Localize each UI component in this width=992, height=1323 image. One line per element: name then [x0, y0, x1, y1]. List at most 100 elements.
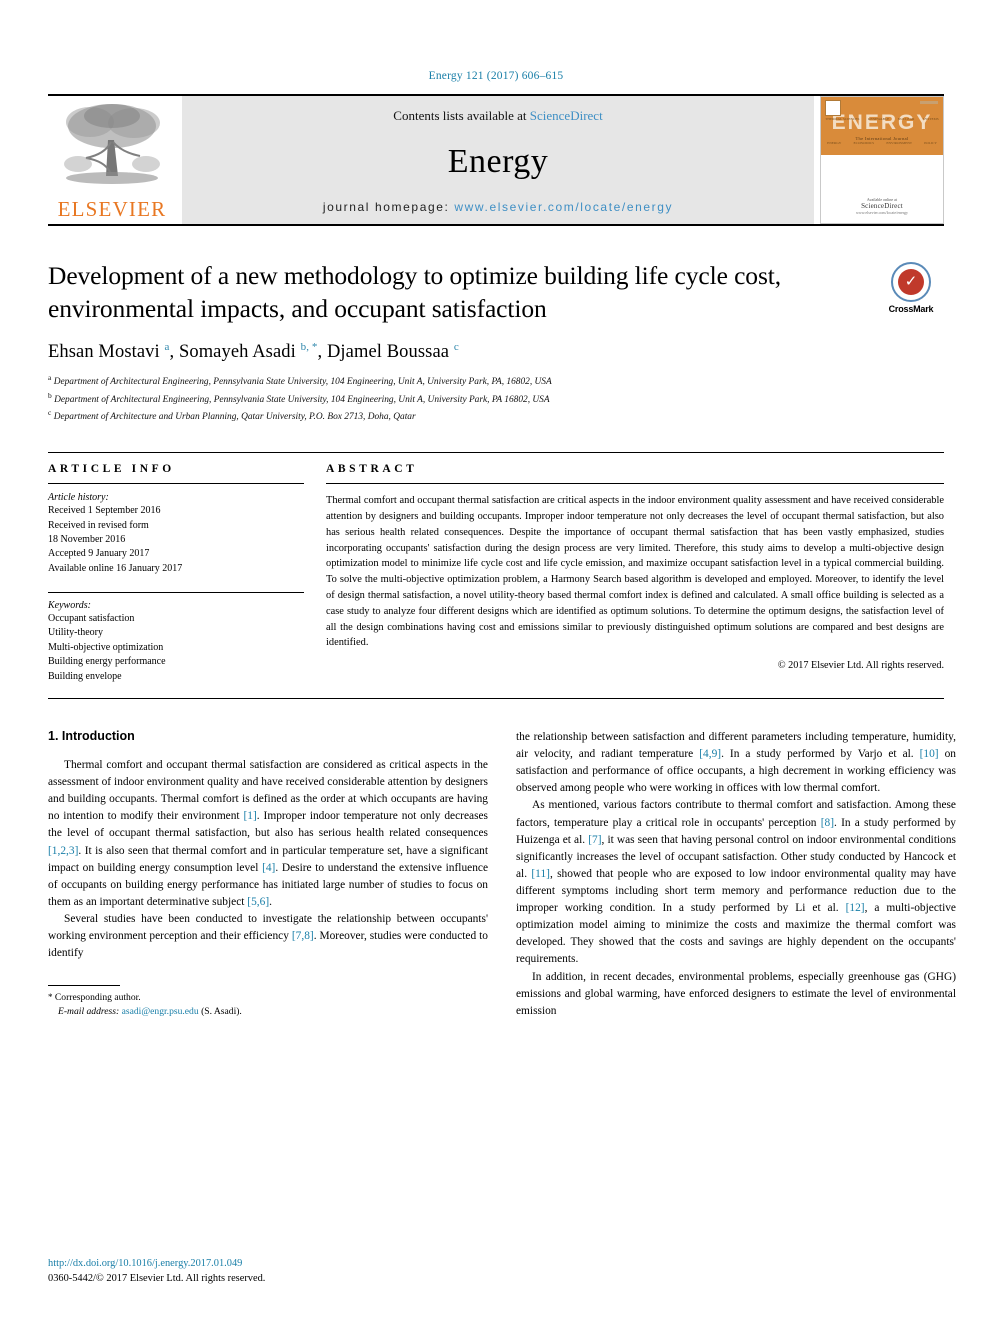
citation-link[interactable]: [10]: [920, 748, 939, 760]
issn-copyright-line: 0360-5442/© 2017 Elsevier Ltd. All right…: [48, 1273, 266, 1285]
article-info-heading: ARTICLE INFO: [48, 463, 175, 476]
journal-band: Contents lists available at ScienceDirec…: [182, 96, 814, 224]
cover-subtitle: The International Journal: [855, 135, 909, 141]
journal-homepage-line: journal homepage: www.elsevier.com/locat…: [323, 200, 673, 214]
elsevier-logo: ELSEVIER: [48, 96, 176, 224]
cover-label: ENVIRONMENT: [886, 141, 912, 145]
keywords-rule: [48, 592, 304, 594]
citation-link[interactable]: [1]: [244, 810, 257, 822]
abstract-column: ABSTRACT Thermal comfort and occupant th…: [326, 463, 944, 684]
info-bottom-rule: [48, 698, 944, 700]
keyword-item: Utility-theory: [48, 627, 103, 639]
keywords-block: Keywords: Occupant satisfaction Utility-…: [48, 592, 304, 684]
info-abstract-row: ARTICLE INFO Article history: Received 1…: [48, 453, 944, 684]
journal-cover-thumbnail: THERMAL SCIENCES RENEWABLE NUCLEAR SYSTE…: [820, 96, 944, 224]
corresponding-author-line: * Corresponding author.: [48, 991, 488, 1005]
affiliation-marker: c: [48, 407, 52, 417]
body-paragraph: Thermal comfort and occupant thermal sat…: [48, 759, 489, 908]
journal-masthead: ELSEVIER Contents lists available at Sci…: [48, 94, 944, 224]
body-left-column: 1. Introduction Thermal comfort and occu…: [48, 729, 488, 1020]
article-info-rule: [48, 483, 304, 485]
body-columns: 1. Introduction Thermal comfort and occu…: [48, 729, 956, 1020]
keyword-item: Multi-objective optimization: [48, 641, 164, 653]
history-item: Accepted 9 January 2017: [48, 548, 150, 560]
history-item: Available online 16 January 2017: [48, 562, 183, 574]
citation-link[interactable]: [1,2,3]: [48, 845, 78, 857]
cover-journal-title: ENERGY: [831, 110, 933, 134]
cover-label: ENERGY: [827, 141, 842, 145]
cover-bottom-labels: ENERGY ECONOMICS ENVIRONMENT POLICY: [821, 141, 943, 145]
title-block: ✓ CrossMark Development of a new methodo…: [48, 260, 944, 424]
contents-prefix: Contents lists available at: [393, 108, 530, 123]
corresponding-marker: *: [48, 992, 53, 1003]
crossmark-label: CrossMark: [888, 304, 934, 314]
cover-label: ECONOMICS: [853, 141, 875, 145]
abstract-text: Thermal comfort and occupant thermal sat…: [326, 495, 944, 649]
section-heading-introduction: 1. Introduction: [48, 729, 135, 744]
affiliation-text: Department of Architectural Engineering,…: [53, 377, 552, 388]
affiliation-list: a Department of Architectural Engineerin…: [48, 372, 944, 424]
affiliation-item: b Department of Architectural Engineerin…: [48, 390, 944, 407]
citation-link[interactable]: [4,9]: [699, 748, 721, 760]
cover-top-labels: THERMAL SCIENCES RENEWABLE NUCLEAR SYSTE…: [821, 117, 943, 121]
abstract-rule: [326, 483, 944, 485]
abstract-copyright: © 2017 Elsevier Ltd. All rights reserved…: [777, 660, 944, 672]
article-history-label: Article history:: [48, 492, 109, 504]
cover-label: SYSTEMS: [922, 117, 939, 121]
journal-title: Energy: [447, 143, 549, 180]
cover-foot-brand: ScienceDirect: [861, 202, 903, 210]
footnote-rule: [48, 985, 120, 987]
keyword-item: Building energy performance: [48, 656, 166, 668]
contents-available-line: Contents lists available at ScienceDirec…: [393, 108, 602, 124]
elsevier-tree-icon: [64, 104, 160, 184]
crossmark-badge[interactable]: ✓ CrossMark: [878, 262, 944, 314]
doi-link[interactable]: http://dx.doi.org/10.1016/j.energy.2017.…: [48, 1256, 488, 1272]
running-head: Energy 121 (2017) 606–615: [428, 70, 564, 82]
affiliation-text: Department of Architectural Engineering,…: [54, 394, 550, 405]
affiliation-marker: a: [48, 373, 52, 383]
homepage-prefix: journal homepage:: [322, 200, 455, 214]
crossmark-icon: ✓: [891, 262, 931, 302]
citation-link[interactable]: [11]: [531, 868, 550, 880]
check-icon: ✓: [904, 273, 918, 290]
cover-elsevier-mark-icon: [825, 100, 841, 116]
email-label: E-mail address:: [58, 1006, 120, 1018]
history-item: Received 1 September 2016: [48, 505, 161, 517]
body-paragraph: Several studies have been conducted to i…: [48, 913, 488, 960]
cover-label: POLICY: [924, 141, 937, 145]
citation-link[interactable]: [4]: [262, 862, 275, 874]
abstract-heading: ABSTRACT: [326, 463, 418, 476]
citation-link[interactable]: [8]: [821, 817, 834, 829]
citation-link[interactable]: [5,6]: [247, 896, 269, 908]
citation-link[interactable]: [7]: [588, 834, 601, 846]
page-title: Development of a new methodology to opti…: [48, 261, 782, 323]
article-info-column: ARTICLE INFO Article history: Received 1…: [48, 463, 304, 684]
cover-body: [821, 155, 943, 197]
page-footer: http://dx.doi.org/10.1016/j.energy.2017.…: [48, 1256, 488, 1287]
cover-label: RENEWABLE: [868, 117, 890, 121]
masthead-bottom-rule: [48, 224, 944, 226]
cover-top-banner: THERMAL SCIENCES RENEWABLE NUCLEAR SYSTE…: [821, 97, 943, 155]
email-line: E-mail address: asadi@engr.psu.edu (S. A…: [48, 1005, 488, 1019]
keywords-label: Keywords:: [48, 600, 91, 612]
email-link[interactable]: asadi@engr.psu.edu: [122, 1006, 199, 1017]
homepage-url-link[interactable]: www.elsevier.com/locate/energy: [454, 200, 673, 214]
cover-label: THERMAL SCIENCES: [825, 117, 860, 121]
affiliation-item: c Department of Architecture and Urban P…: [48, 407, 944, 424]
cover-issn-bar-icon: [920, 101, 938, 104]
paper-page: Energy 121 (2017) 606–615 ELSEVIER Conte…: [0, 0, 992, 1323]
corresponding-label: Corresponding author.: [54, 992, 141, 1004]
cover-label: NUCLEAR: [897, 117, 915, 121]
body-paragraph: In addition, in recent decades, environm…: [516, 970, 956, 1017]
cover-footer: Available online at ScienceDirect www.el…: [821, 197, 943, 223]
body-paragraph: As mentioned, various factors contribute…: [516, 799, 956, 966]
affiliation-marker: b: [48, 390, 52, 400]
keyword-item: Building envelope: [48, 670, 122, 682]
citation-link[interactable]: [12]: [846, 902, 865, 914]
crossmark-inner-circle: ✓: [898, 269, 924, 295]
affiliation-item: a Department of Architectural Engineerin…: [48, 372, 944, 389]
sciencedirect-link[interactable]: ScienceDirect: [530, 108, 603, 123]
history-item: Received in revised form: [48, 519, 149, 531]
citation-link[interactable]: [7,8]: [292, 930, 314, 942]
cover-foot-url: www.elsevier.com/locate/energy: [855, 210, 909, 215]
